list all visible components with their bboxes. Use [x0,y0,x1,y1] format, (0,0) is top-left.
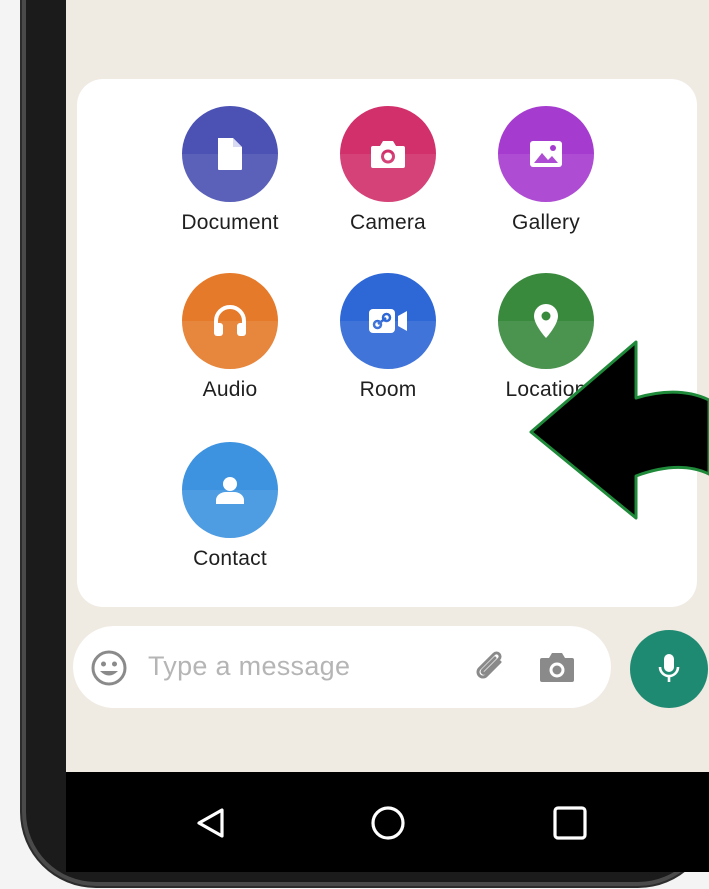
attach-label: Room [359,378,417,401]
attach-label: Camera [350,211,426,234]
camera-icon[interactable] [537,648,577,691]
home-icon[interactable] [360,795,416,851]
emoji-icon[interactable] [89,648,129,693]
microphone-button[interactable] [630,630,708,708]
circle-shade [182,154,278,202]
attach-document-button[interactable]: Document [155,106,305,235]
system-nav-bar [66,772,709,872]
message-compose-bar[interactable]: Type a message [73,626,611,708]
attach-contact-button[interactable]: Contact [155,442,305,571]
microphone-icon [658,654,680,682]
attach-gallery-button[interactable]: Gallery [471,106,621,235]
recents-icon[interactable] [542,795,598,851]
gallery-circle [498,106,594,202]
circle-shade [182,321,278,369]
annotation-arrow [529,340,709,520]
attach-label: Contact [193,547,267,570]
attach-audio-button[interactable]: Audio [155,273,305,402]
document-circle [182,106,278,202]
circle-shade [182,490,278,538]
circle-shade [340,154,436,202]
contact-circle [182,442,278,538]
back-icon[interactable] [183,795,239,851]
circle-shade [340,321,436,369]
attach-room-button[interactable]: Room [313,273,463,402]
attach-camera-button[interactable]: Camera [313,106,463,235]
attach-label: Gallery [512,211,580,234]
attach-icon[interactable] [470,648,510,693]
circle-shade [498,154,594,202]
attach-label: Audio [202,378,258,401]
room-circle [340,273,436,369]
attach-label: Document [181,211,279,234]
message-input[interactable]: Type a message [148,651,350,682]
camera-circle [340,106,436,202]
audio-circle [182,273,278,369]
